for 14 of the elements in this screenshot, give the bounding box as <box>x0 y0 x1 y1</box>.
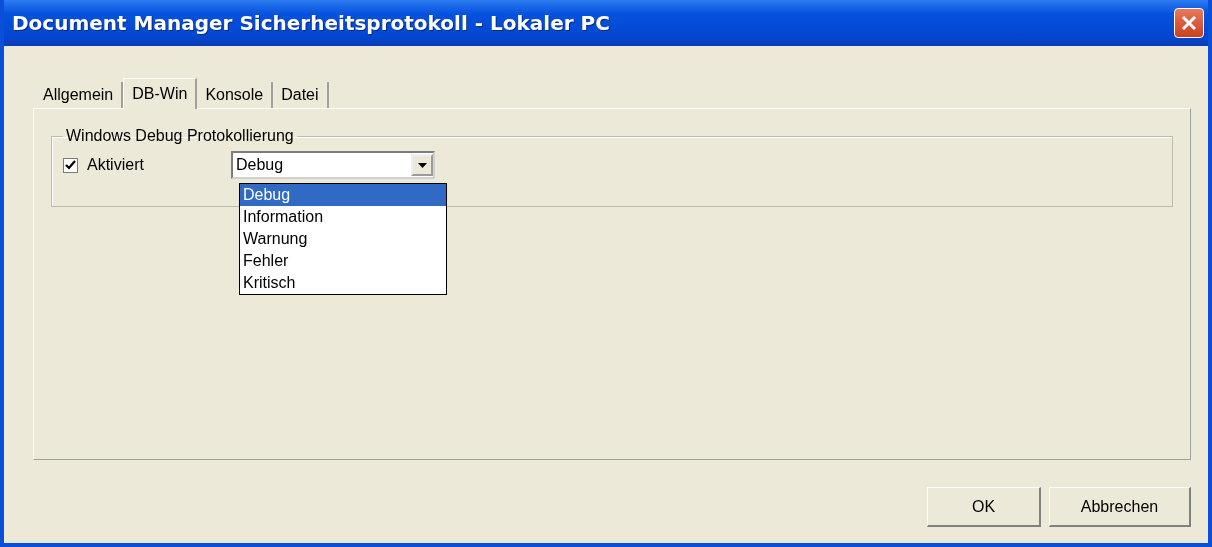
check-icon <box>65 159 76 171</box>
window-title: Document Manager Sicherheitsprotokoll - Lokaler PC <box>12 11 610 35</box>
checkbox-label: Aktiviert <box>87 156 145 174</box>
cancel-button[interactable]: Abbrechen <box>1049 487 1191 527</box>
checkbox[interactable] <box>63 157 78 173</box>
group-title: Windows Debug Protokollierung <box>65 127 295 145</box>
ok-button[interactable]: OK <box>927 487 1041 527</box>
caret-icon <box>417 162 427 168</box>
dropdown-option[interactable]: Debug <box>240 184 446 206</box>
close-icon <box>1180 14 1198 32</box>
tab[interactable]: DB-Win <box>123 78 198 109</box>
dropdown-value: Debug <box>236 156 284 174</box>
level-dropdown[interactable]: Debug <box>231 151 435 179</box>
close-button[interactable] <box>1174 8 1204 38</box>
